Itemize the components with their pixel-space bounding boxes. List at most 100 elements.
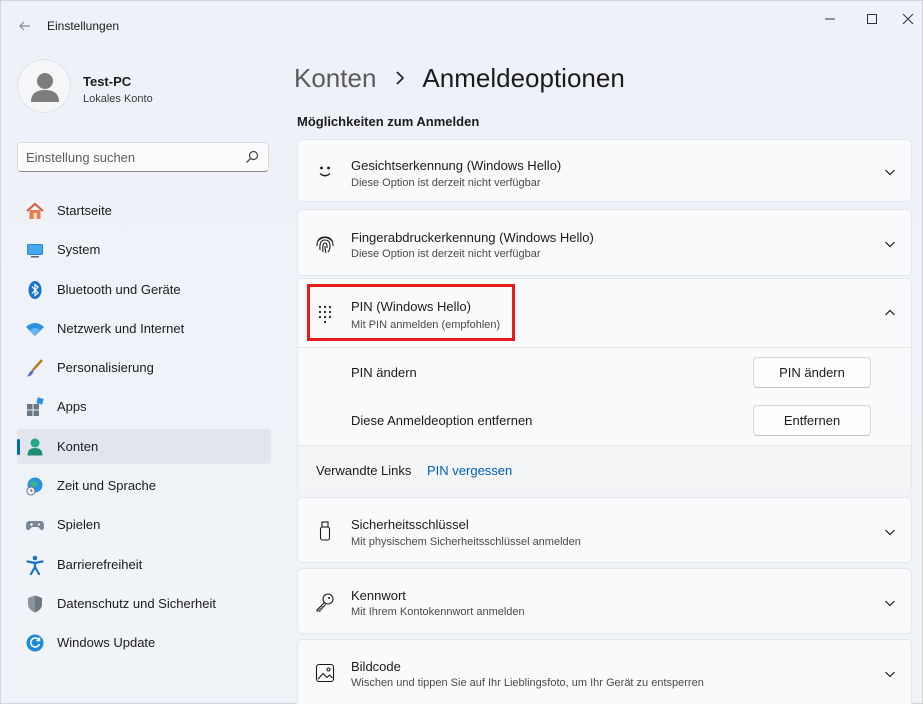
user-silhouette-icon — [31, 73, 59, 102]
sidebar-item-zeit[interactable]: Zeit und Sprache — [17, 468, 271, 503]
sidebar-item-label: Datenschutz und Sicherheit — [57, 595, 216, 611]
back-button[interactable] — [13, 13, 37, 39]
option-password: Kennwort Mit Ihrem Kontokennwort anmelde… — [297, 568, 912, 634]
sidebar-item-label: Netzwerk und Internet — [57, 320, 185, 336]
system-icon — [27, 244, 43, 258]
option-fingerprint: Fingerabdruckerkennung (Windows Hello) D… — [297, 209, 912, 276]
home-icon — [26, 202, 44, 219]
minimize-button[interactable] — [807, 5, 853, 33]
sidebar-item-label: Zeit und Sprache — [57, 478, 157, 494]
option-face-header[interactable]: Gesichtserkennung (Windows Hello) Diese … — [298, 140, 911, 203]
close-button[interactable] — [885, 5, 923, 33]
page-title: Anmeldeoptionen — [422, 62, 625, 93]
option-subtitle: Mit physischem Sicherheitsschlüssel anme… — [351, 536, 581, 548]
fingerprint-icon — [316, 236, 334, 254]
profile-name: Test-PC — [83, 74, 132, 89]
chevron-down-icon — [885, 600, 895, 607]
option-security-key-header[interactable]: Sicherheitsschlüssel Mit physischem Sich… — [298, 498, 911, 564]
related-links-label: Verwandte Links — [316, 463, 412, 478]
option-picture-header[interactable]: Bildcode Wischen und tippen Sie auf Ihr … — [298, 640, 911, 704]
chevron-up-icon — [885, 309, 895, 316]
sidebar-item-barrierefreiheit[interactable]: Barrierefreiheit — [17, 547, 271, 582]
close-icon — [902, 13, 914, 25]
pin-change-label: PIN ändern — [351, 365, 417, 380]
sidebar-item-netzwerk[interactable]: Netzwerk und Internet — [17, 311, 271, 346]
option-fingerprint-header[interactable]: Fingerabdruckerkennung (Windows Hello) D… — [298, 210, 911, 277]
option-subtitle: Diese Option ist derzeit nicht verfügbar — [351, 177, 541, 189]
brush-icon — [26, 359, 43, 377]
option-picture-password: Bildcode Wischen und tippen Sie auf Ihr … — [297, 639, 912, 704]
sidebar-item-spielen[interactable]: Spielen — [17, 507, 271, 542]
option-title: Fingerabdruckerkennung (Windows Hello) — [351, 230, 594, 245]
sidebar-item-label: Windows Update — [57, 635, 156, 651]
wifi-icon — [26, 322, 44, 336]
pin-change-row: PIN ändern PIN ändern — [298, 347, 911, 396]
update-icon — [26, 634, 44, 652]
option-subtitle: Mit PIN anmelden (empfohlen) — [351, 319, 501, 331]
option-title: Sicherheitsschlüssel — [351, 517, 469, 532]
chevron-down-icon — [885, 671, 895, 678]
settings-window: Einstellungen Test-PC Lokales Konto Eins… — [0, 0, 923, 704]
chevron-down-icon — [885, 529, 895, 536]
option-face-recognition: Gesichtserkennung (Windows Hello) Diese … — [297, 139, 912, 202]
related-links: Verwandte Links PIN vergessen — [298, 445, 911, 494]
sidebar-item-windows-update[interactable]: Windows Update — [17, 625, 271, 660]
accounts-icon — [27, 438, 43, 456]
sidebar-item-datenschutz[interactable]: Datenschutz und Sicherheit — [17, 586, 271, 621]
search-icon[interactable] — [244, 149, 260, 165]
breadcrumb-parent[interactable]: Konten — [294, 63, 376, 94]
sidebar-item-startseite[interactable]: Startseite — [17, 193, 271, 228]
maximize-icon — [867, 14, 877, 24]
option-title: Bildcode — [351, 659, 401, 674]
gamepad-icon — [26, 521, 44, 531]
option-subtitle: Diese Option ist derzeit nicht verfügbar — [351, 248, 541, 260]
option-title: Gesichtserkennung (Windows Hello) — [351, 158, 562, 173]
face-icon — [319, 166, 331, 177]
profile-account-type: Lokales Konto — [83, 93, 153, 105]
title-bar: Einstellungen — [1, 1, 923, 49]
remove-pin-button[interactable]: Entfernen — [753, 405, 871, 436]
sidebar-item-bluetooth[interactable]: Bluetooth und Geräte — [17, 272, 271, 307]
minimize-icon — [825, 18, 835, 20]
option-password-header[interactable]: Kennwort Mit Ihrem Kontokennwort anmelde… — [298, 569, 911, 635]
sidebar-item-label: System — [57, 242, 101, 258]
sidebar-item-label: Personalisierung — [57, 360, 154, 376]
option-pin-header[interactable]: PIN (Windows Hello) Mit PIN anmelden (em… — [298, 279, 911, 347]
accessibility-icon — [26, 555, 44, 575]
settings-search — [17, 142, 269, 172]
sidebar-item-konten[interactable]: Konten — [17, 428, 271, 464]
sidebar-item-label: Bluetooth und Geräte — [57, 281, 181, 297]
sidebar-item-label: Spielen — [57, 517, 101, 533]
sidebar-item-label: Konten — [57, 438, 99, 454]
chevron-down-icon — [885, 169, 895, 176]
window-title: Einstellungen — [47, 19, 120, 33]
back-arrow-icon — [19, 21, 30, 31]
forgot-pin-link[interactable]: PIN vergessen — [427, 463, 512, 478]
option-title: PIN (Windows Hello) — [351, 299, 471, 314]
pin-remove-label: Diese Anmeldeoption entfernen — [351, 413, 533, 428]
apps-icon — [27, 397, 44, 417]
clock-globe-icon — [26, 477, 43, 496]
option-subtitle: Wischen und tippen Sie auf Ihr Lieblings… — [351, 677, 704, 689]
picture-icon — [315, 663, 335, 683]
sidebar-item-system[interactable]: System — [17, 232, 271, 267]
chevron-right-icon — [396, 71, 405, 85]
pin-remove-row: Diese Anmeldeoption entfernen Entfernen — [298, 396, 911, 445]
sidebar-nav: Startseite System Bluetooth und Geräte N… — [17, 193, 271, 665]
usb-key-icon — [319, 521, 331, 541]
sidebar-item-label: Startseite — [57, 203, 112, 218]
option-title: Kennwort — [351, 588, 406, 603]
sidebar-item-personalisierung[interactable]: Personalisierung — [17, 350, 271, 385]
sidebar-item-label: Barrierefreiheit — [57, 556, 143, 572]
shield-icon — [28, 595, 42, 613]
option-pin: PIN (Windows Hello) Mit PIN anmelden (em… — [297, 278, 912, 494]
avatar[interactable] — [17, 59, 71, 113]
section-title: Möglichkeiten zum Anmelden — [297, 114, 480, 129]
sidebar-item-label: Apps — [57, 399, 87, 415]
key-icon — [316, 593, 334, 612]
sidebar-item-apps[interactable]: Apps — [17, 389, 271, 424]
option-subtitle: Mit Ihrem Kontokennwort anmelden — [351, 606, 525, 618]
search-input[interactable] — [26, 148, 236, 166]
option-security-key: Sicherheitsschlüssel Mit physischem Sich… — [297, 497, 912, 563]
change-pin-button[interactable]: PIN ändern — [753, 357, 871, 388]
